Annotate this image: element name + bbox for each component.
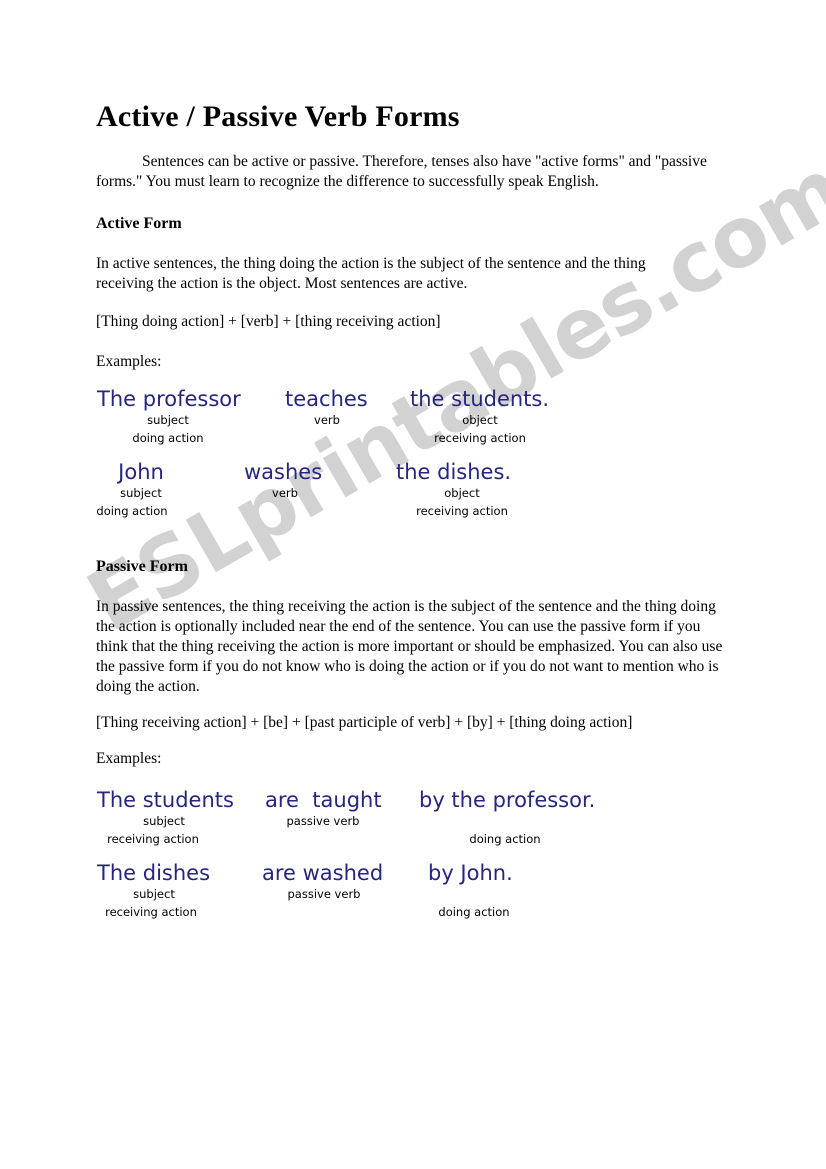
active-form-heading: Active Form xyxy=(96,215,182,232)
example-agent-text: by the professor. xyxy=(419,788,595,812)
example-object-period: . xyxy=(504,460,512,484)
example-agent-words: by John xyxy=(428,861,507,885)
example-verb-text: are taught xyxy=(265,788,382,812)
example-agent-text: by John. xyxy=(428,861,520,885)
passive-form-heading: Passive Form xyxy=(96,558,188,575)
example-agent-words: by the professor xyxy=(419,788,589,812)
example-subject-label-2: receiving action xyxy=(105,905,197,919)
worksheet-content: Active / Passive Verb Forms Sentences ca… xyxy=(0,0,826,1169)
example-verb-label: passive verb xyxy=(287,887,361,901)
example-subject-text: John xyxy=(118,460,164,484)
example-object-words: the dishes xyxy=(396,460,505,484)
example-agent-group: by John. doing action xyxy=(428,861,520,921)
example-object-words: the students xyxy=(410,387,543,411)
example-agent-period: . xyxy=(506,861,513,885)
example-subject-label-1: subject xyxy=(147,413,189,427)
example-verb-label: verb xyxy=(314,413,340,427)
passive-form-body: In passive sentences, the thing receivin… xyxy=(96,598,723,695)
intro-paragraph: Sentences can be active or passive. Ther… xyxy=(96,153,707,190)
example-agent-period: . xyxy=(588,788,596,812)
example-subject-text: The professor xyxy=(97,387,241,411)
example-agent-group: by the professor. doing action xyxy=(419,788,595,848)
example-object-period: . xyxy=(542,387,550,411)
example-object-label-2: receiving action xyxy=(434,431,526,445)
example-object-text: the students. xyxy=(410,387,550,411)
example-subject-label-2: receiving action xyxy=(107,832,199,846)
example-agent-label: doing action xyxy=(438,905,510,919)
active-form-formula: [Thing doing action] + [verb] + [thing r… xyxy=(96,313,441,330)
page-title: Active / Passive Verb Forms xyxy=(96,100,460,133)
example-subject-label-2: doing action xyxy=(96,504,168,518)
example-subject-label-1: subject xyxy=(143,814,185,828)
example-object-label-2: receiving action xyxy=(416,504,508,518)
example-verb-group: teaches verb xyxy=(285,387,369,429)
example-subject-label-1: subject xyxy=(133,887,175,901)
active-form-body: In active sentences, the thing doing the… xyxy=(96,255,646,292)
example-verb-text: are washed xyxy=(262,861,384,885)
example-subject-text: The dishes xyxy=(97,861,211,885)
example-subject-group: The professor subject doing action xyxy=(97,387,243,447)
worksheet-page: ESLprintables.com Active / Passive Verb … xyxy=(0,0,826,1169)
example-subject-label-2: doing action xyxy=(132,431,204,445)
example-subject-group: The dishes subject receiving action xyxy=(97,861,214,921)
example-subject-group: John subject doing action xyxy=(96,460,185,520)
example-verb-group: are washed passive verb xyxy=(262,861,386,903)
example-verb-text: teaches xyxy=(285,387,368,411)
passive-form-formula: [Thing receiving action] + [be] + [past … xyxy=(96,714,633,731)
example-agent-label: doing action xyxy=(469,832,541,846)
passive-examples-label: Examples: xyxy=(96,750,162,767)
example-subject-text: The students xyxy=(97,788,234,812)
example-verb-group: are taught passive verb xyxy=(265,788,382,830)
active-examples-label: Examples: xyxy=(96,353,162,370)
example-subject-group: The students subject receiving action xyxy=(97,788,236,848)
example-verb-text: washes xyxy=(244,460,323,484)
example-verb-group: washes verb xyxy=(244,460,326,502)
example-object-label-1: object xyxy=(462,413,498,427)
example-verb-label: passive verb xyxy=(286,814,360,828)
example-object-text: the dishes. xyxy=(396,460,528,484)
example-object-label-1: object xyxy=(444,486,480,500)
example-object-group: the dishes. object receiving action xyxy=(396,460,528,520)
example-object-group: the students. object receiving action xyxy=(410,387,550,447)
example-verb-label: verb xyxy=(272,486,298,500)
example-subject-label-1: subject xyxy=(120,486,162,500)
